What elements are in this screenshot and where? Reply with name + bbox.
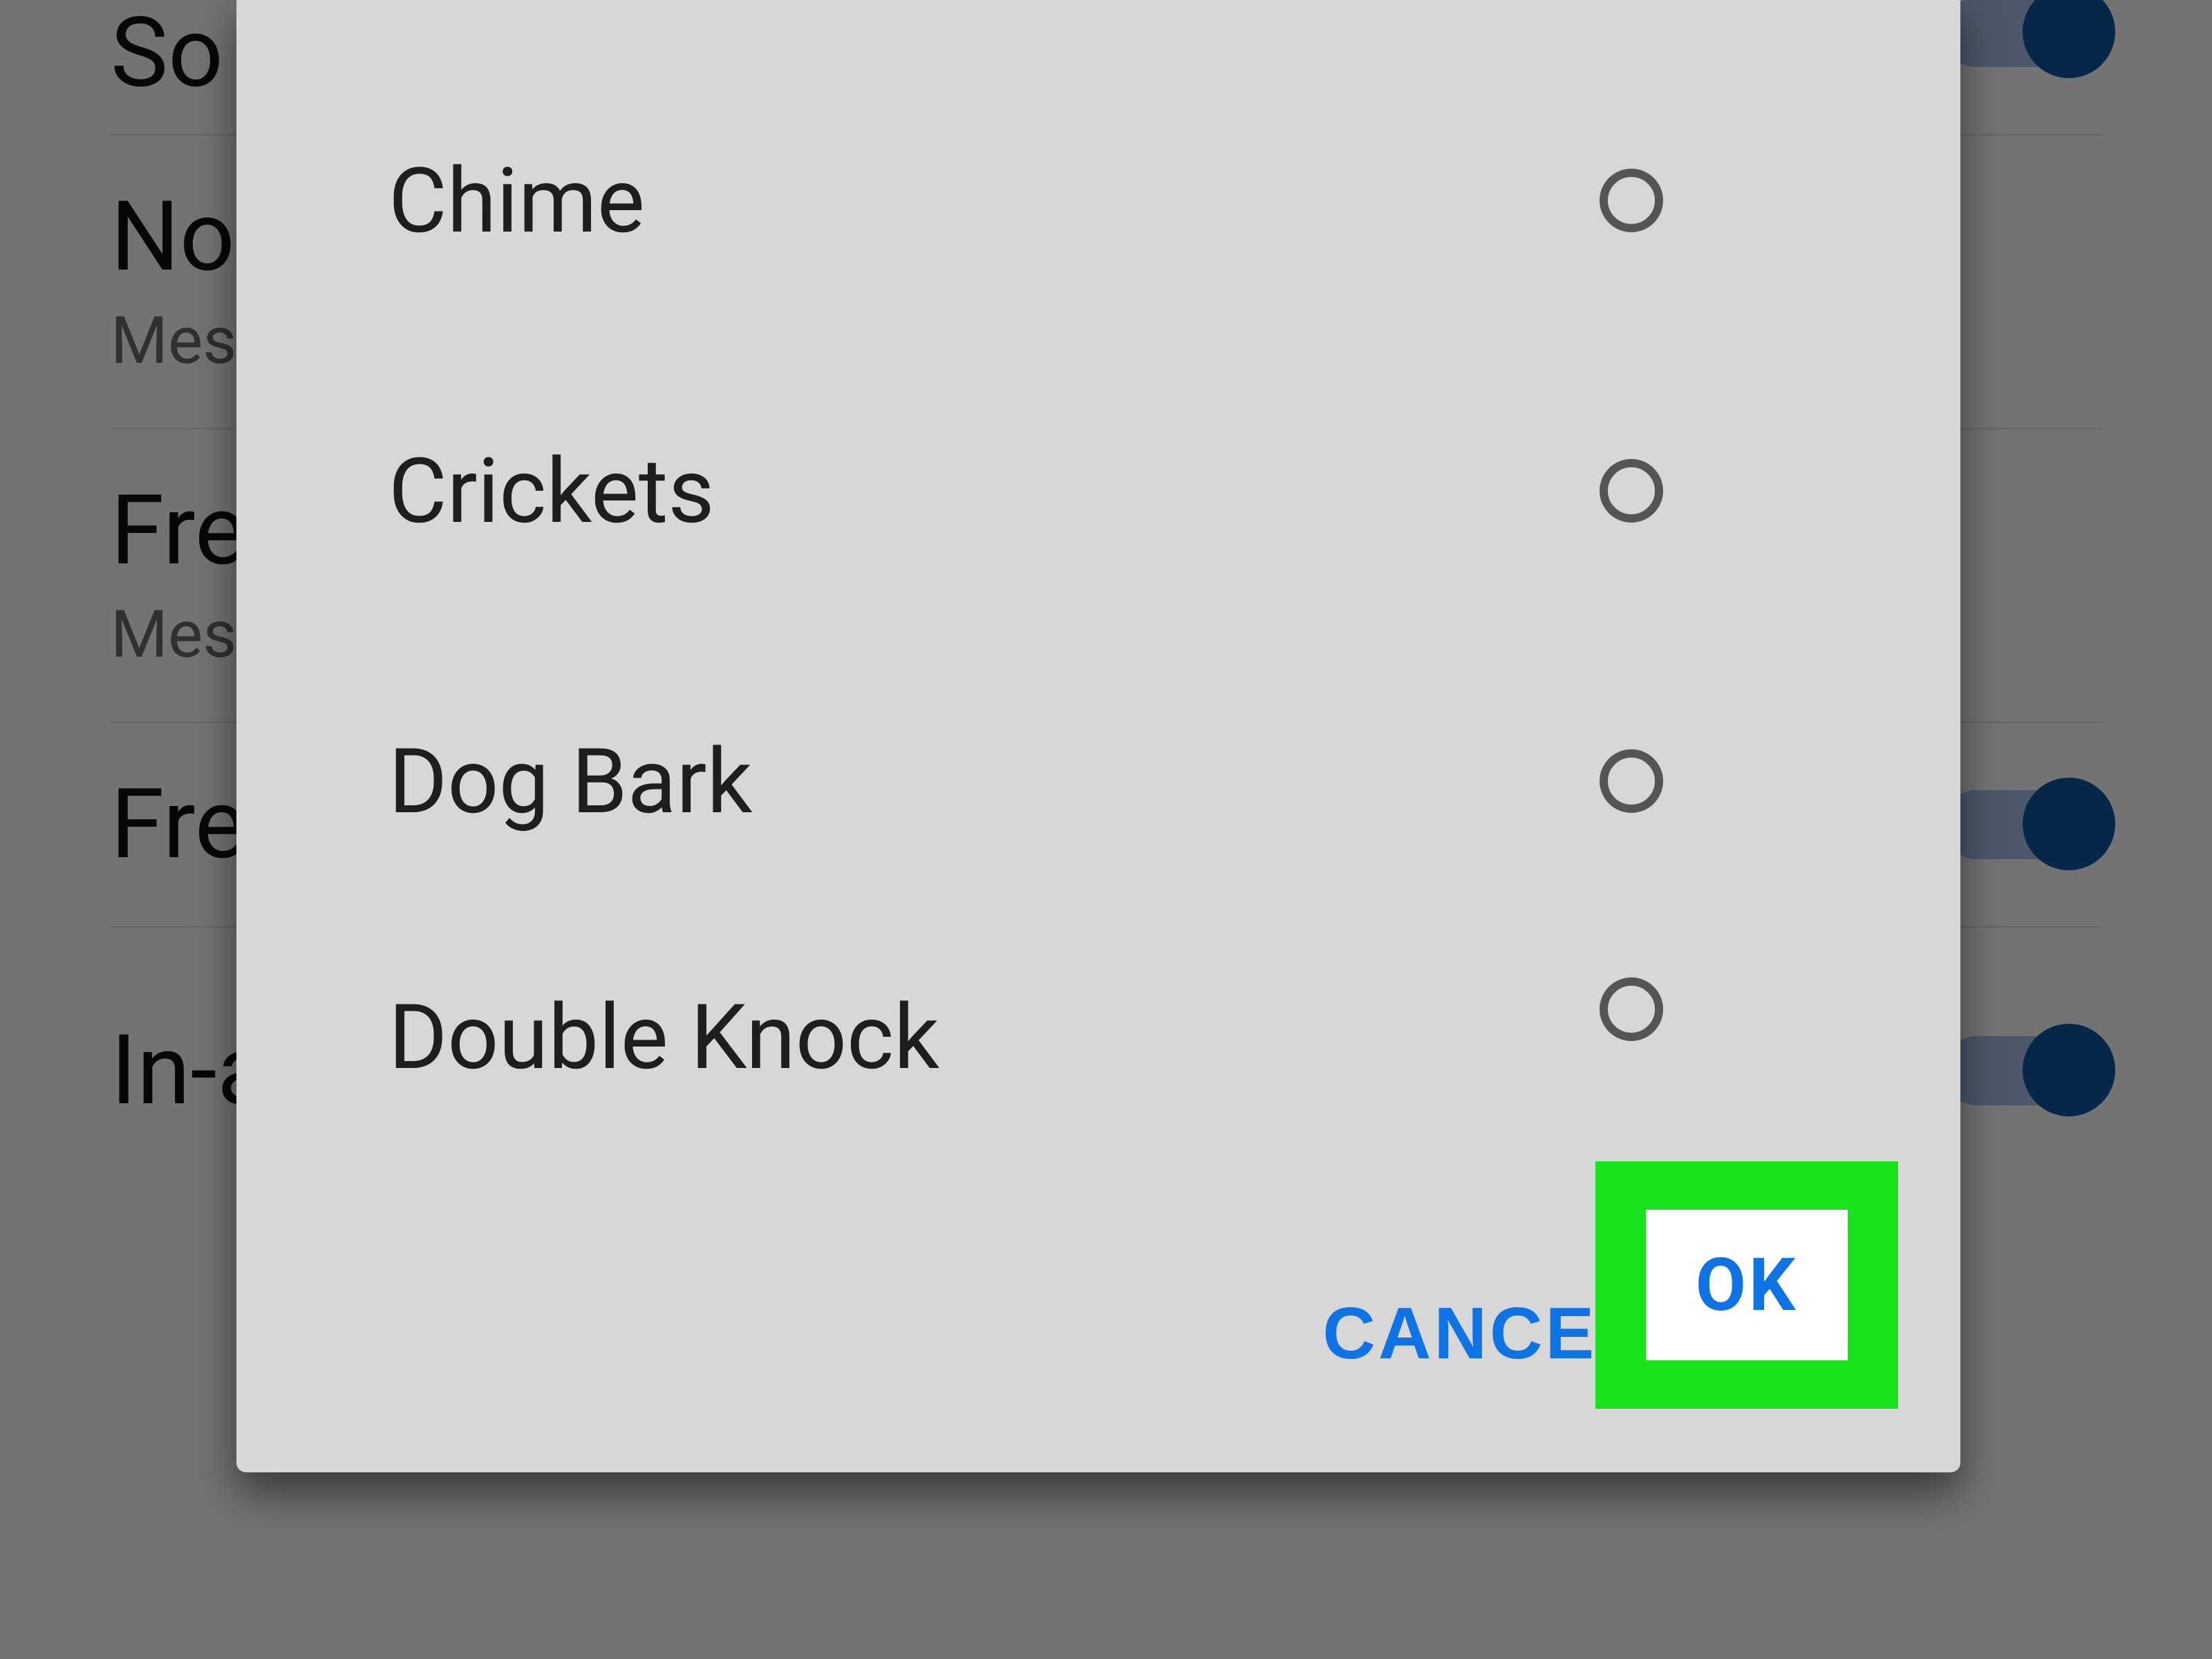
sound-option-double-knock[interactable]: Double Knock <box>236 926 1960 1147</box>
sound-option-label: Double Knock <box>388 984 939 1090</box>
radio-unchecked-icon <box>1600 749 1663 813</box>
sound-option-chime[interactable]: Chime <box>236 55 1960 346</box>
tutorial-highlight-box: OK <box>1595 1161 1898 1409</box>
radio-unchecked-icon <box>1600 977 1663 1041</box>
sound-option-label: Dog Bark <box>388 729 752 834</box>
radio-unchecked-icon <box>1600 459 1663 523</box>
sound-option-crickets[interactable]: Crickets <box>236 346 1960 636</box>
sound-option-label: Chime <box>388 148 645 254</box>
ok-button-highlighted[interactable]: OK <box>1696 1242 1798 1328</box>
tutorial-highlight-inner: OK <box>1646 1210 1848 1360</box>
sound-option-list: Chime Crickets Dog Bark Double Knock <box>236 0 1960 1292</box>
radio-unchecked-icon <box>1600 169 1663 232</box>
sound-option-dog-bark[interactable]: Dog Bark <box>236 636 1960 926</box>
sound-option-label: Crickets <box>388 438 715 544</box>
